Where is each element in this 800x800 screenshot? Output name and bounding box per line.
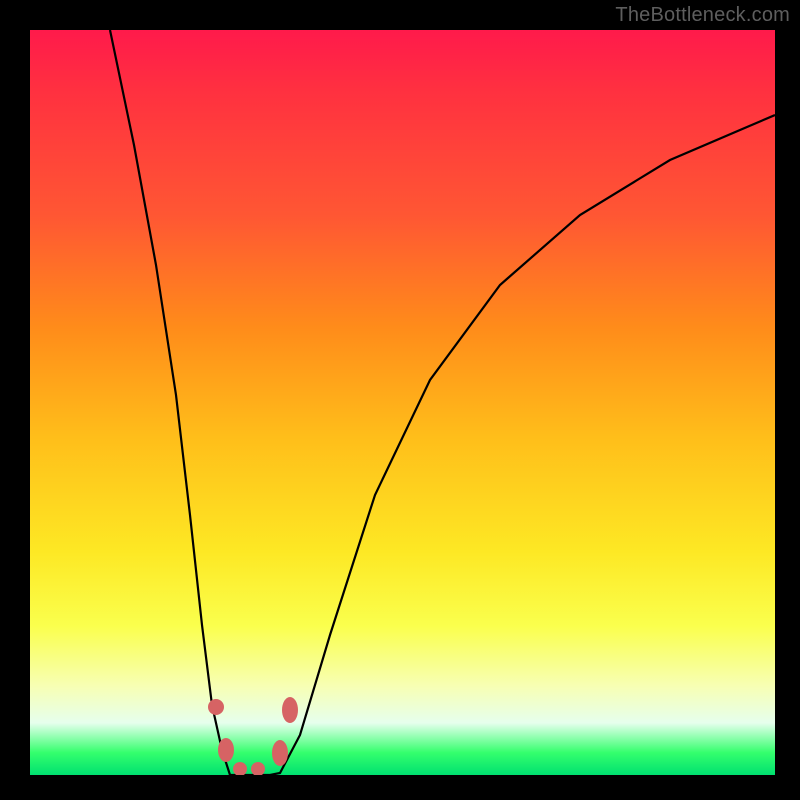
data-marker bbox=[218, 738, 234, 762]
data-marker bbox=[272, 740, 288, 766]
watermark-text: TheBottleneck.com bbox=[615, 4, 790, 27]
plot-area bbox=[30, 30, 775, 775]
data-marker bbox=[282, 697, 298, 723]
chart-svg bbox=[30, 30, 775, 775]
data-marker bbox=[233, 762, 247, 775]
chart-container: TheBottleneck.com bbox=[0, 0, 800, 800]
data-marker bbox=[208, 699, 224, 715]
data-marker bbox=[251, 762, 265, 775]
marker-group bbox=[208, 697, 298, 775]
bottleneck-curve bbox=[110, 30, 775, 775]
